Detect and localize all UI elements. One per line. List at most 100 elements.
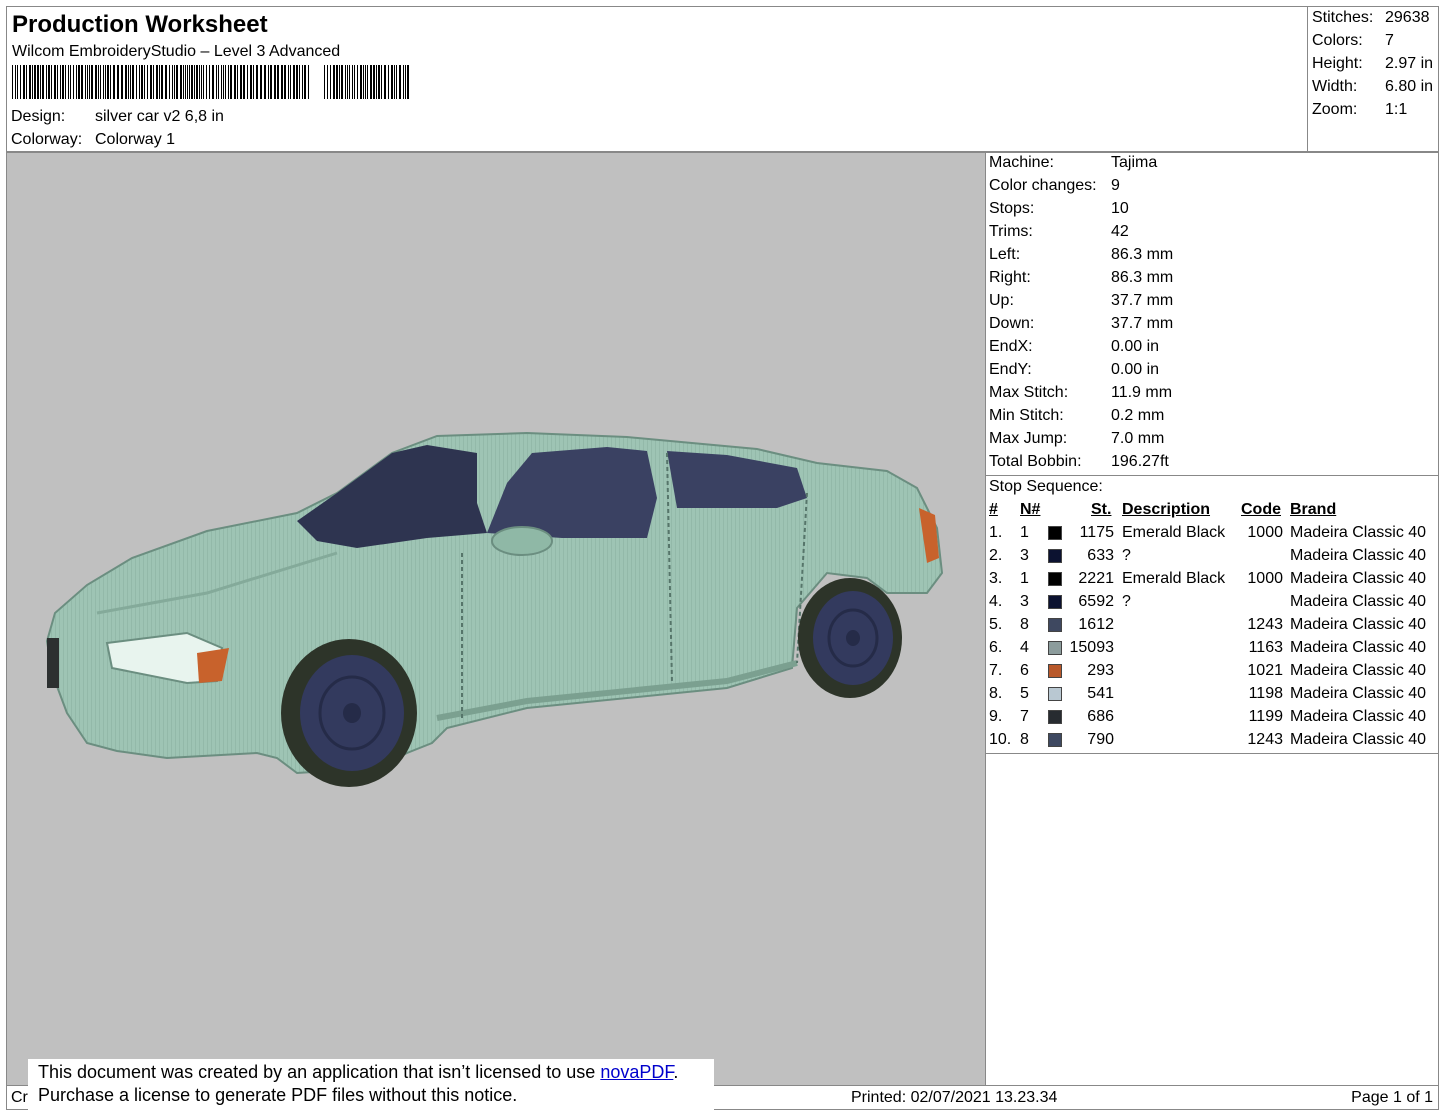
row-code: 1000 <box>1247 524 1283 541</box>
row-needle: 1 <box>1020 524 1029 541</box>
col-header-stitches: St. <box>1091 501 1112 518</box>
row-code: 1243 <box>1247 731 1283 748</box>
info-row-color-changes: Color changes: 9 <box>989 177 1120 194</box>
row-stitches: 1612 <box>1078 616 1114 633</box>
page-title: Production Worksheet <box>12 11 268 38</box>
car-body <box>45 431 944 775</box>
row-description: Emerald Black <box>1122 524 1226 541</box>
row-brand: Madeira Classic 40 <box>1290 708 1427 725</box>
row-number: 8. <box>989 685 1003 702</box>
info-row-right: Right: 86.3 mm <box>989 269 1174 286</box>
row-number: 9. <box>989 708 1003 725</box>
color-swatch <box>1048 710 1062 724</box>
row-brand: Madeira Classic 40 <box>1290 616 1427 633</box>
col-header-brand: Brand <box>1290 501 1337 518</box>
row-number: 3. <box>989 570 1003 587</box>
row-brand: Madeira Classic 40 <box>1290 593 1427 610</box>
row-brand: Madeira Classic 40 <box>1290 547 1427 564</box>
row-needle: 1 <box>1020 570 1029 587</box>
machine-info-panel: Machine: Tajima Color changes: 9 Stops: 10 … <box>986 152 1439 1086</box>
row-stitches: 1175 <box>1079 524 1114 541</box>
color-swatch <box>1048 664 1062 678</box>
info-row-total-bobbin: Total Bobbin: 196.27ft <box>989 453 1169 470</box>
stop-sequence-title: Stop Sequence: <box>989 478 1103 495</box>
info-row-max-stitch: Max Stitch: 11.9 mm <box>989 384 1173 401</box>
color-swatch <box>1048 641 1062 655</box>
row-number: 1. <box>989 524 1003 541</box>
summary-row-height: Height: 2.97 in <box>1312 55 1434 72</box>
row-stitches: 2221 <box>1078 570 1114 587</box>
row-needle: 8 <box>1020 616 1029 633</box>
footer-printed-date: Printed: 02/07/2021 13.23.34 <box>851 1089 1058 1106</box>
info-row-down: Down: 37.7 mm <box>989 315 1174 332</box>
row-brand: Madeira Classic 40 <box>1290 570 1427 587</box>
row-needle: 3 <box>1020 593 1029 610</box>
footer-created-fragment: Cr <box>11 1089 28 1106</box>
row-number: 5. <box>989 616 1003 633</box>
summary-row-stitches: Stitches: 29638 <box>1312 9 1430 26</box>
color-swatch <box>1048 618 1062 632</box>
row-code: 1000 <box>1247 570 1283 587</box>
section-divider <box>986 475 1438 476</box>
barcode-image <box>12 65 409 99</box>
footer-page-number: Page 1 of 1 <box>1351 1089 1433 1106</box>
color-swatch <box>1048 572 1062 586</box>
summary-row-colors: Colors: 7 <box>1312 32 1394 49</box>
car-grille <box>47 638 59 688</box>
license-notice: This document was created by an applicat… <box>28 1059 714 1111</box>
info-row-max-jump: Max Jump: 7.0 mm <box>989 430 1165 447</box>
row-needle: 6 <box>1020 662 1029 679</box>
info-row-endy: EndY: 0.00 in <box>989 361 1160 378</box>
color-swatch <box>1048 526 1062 540</box>
info-row-machine: Machine: Tajima <box>989 154 1158 171</box>
design-row: Design: silver car v2 6,8 in <box>11 108 224 126</box>
row-brand: Madeira Classic 40 <box>1290 731 1427 748</box>
novapdf-link[interactable]: novaPDF <box>600 1062 673 1082</box>
summary-box: Stitches: 29638 Colors: 7 Height: 2.97 in W… <box>1307 7 1440 152</box>
row-brand: Madeira Classic 40 <box>1290 685 1427 702</box>
row-stitches: 686 <box>1087 708 1114 725</box>
row-stitches: 15093 <box>1069 639 1115 656</box>
row-stitches: 6592 <box>1078 593 1114 610</box>
row-description: ? <box>1122 547 1131 564</box>
design-label: Design: <box>11 108 66 125</box>
car-mirror <box>491 526 553 556</box>
row-stitches: 293 <box>1087 662 1114 679</box>
row-stitches: 633 <box>1087 547 1114 564</box>
info-row-up: Up: 37.7 mm <box>989 292 1174 309</box>
color-swatch <box>1048 687 1062 701</box>
worksheet-header: Production Worksheet Wilcom EmbroiderySt… <box>6 6 1439 152</box>
col-header-description: Description <box>1122 501 1211 518</box>
row-description: ? <box>1122 593 1131 610</box>
colorway-value: Colorway 1 <box>95 131 176 148</box>
row-needle: 8 <box>1020 731 1029 748</box>
notice-line-1: This document was created by an applicat… <box>38 1062 679 1082</box>
row-brand: Madeira Classic 40 <box>1290 524 1427 541</box>
colorway-label: Colorway: <box>11 131 83 148</box>
design-value: silver car v2 6,8 in <box>95 108 224 125</box>
row-code: 1198 <box>1248 685 1283 702</box>
col-header-num: # <box>989 501 998 518</box>
row-needle: 3 <box>1020 547 1029 564</box>
row-number: 10. <box>989 731 1012 748</box>
row-stitches: 541 <box>1087 685 1114 702</box>
notice-line-2: Purchase a license to generate PDF files… <box>38 1085 518 1105</box>
row-needle: 5 <box>1020 685 1029 702</box>
info-row-min-stitch: Min Stitch: 0.2 mm <box>989 407 1165 424</box>
row-number: 7. <box>989 662 1003 679</box>
design-preview <box>6 152 986 1086</box>
row-code: 1243 <box>1247 616 1283 633</box>
col-header-code: Code <box>1241 501 1281 518</box>
table-bottom-divider <box>986 753 1438 754</box>
row-needle: 4 <box>1020 639 1029 656</box>
row-number: 2. <box>989 547 1003 564</box>
row-number: 6. <box>989 639 1003 656</box>
row-brand: Madeira Classic 40 <box>1290 662 1427 679</box>
color-swatch <box>1048 595 1062 609</box>
summary-row-zoom: Zoom: 1:1 <box>1312 101 1408 118</box>
row-code: 1163 <box>1248 639 1283 656</box>
summary-row-width: Width: 6.80 in <box>1312 78 1434 95</box>
info-row-stops: Stops: 10 <box>989 200 1129 217</box>
info-row-left: Left: 86.3 mm <box>989 246 1174 263</box>
col-header-needle: N# <box>1020 501 1041 518</box>
